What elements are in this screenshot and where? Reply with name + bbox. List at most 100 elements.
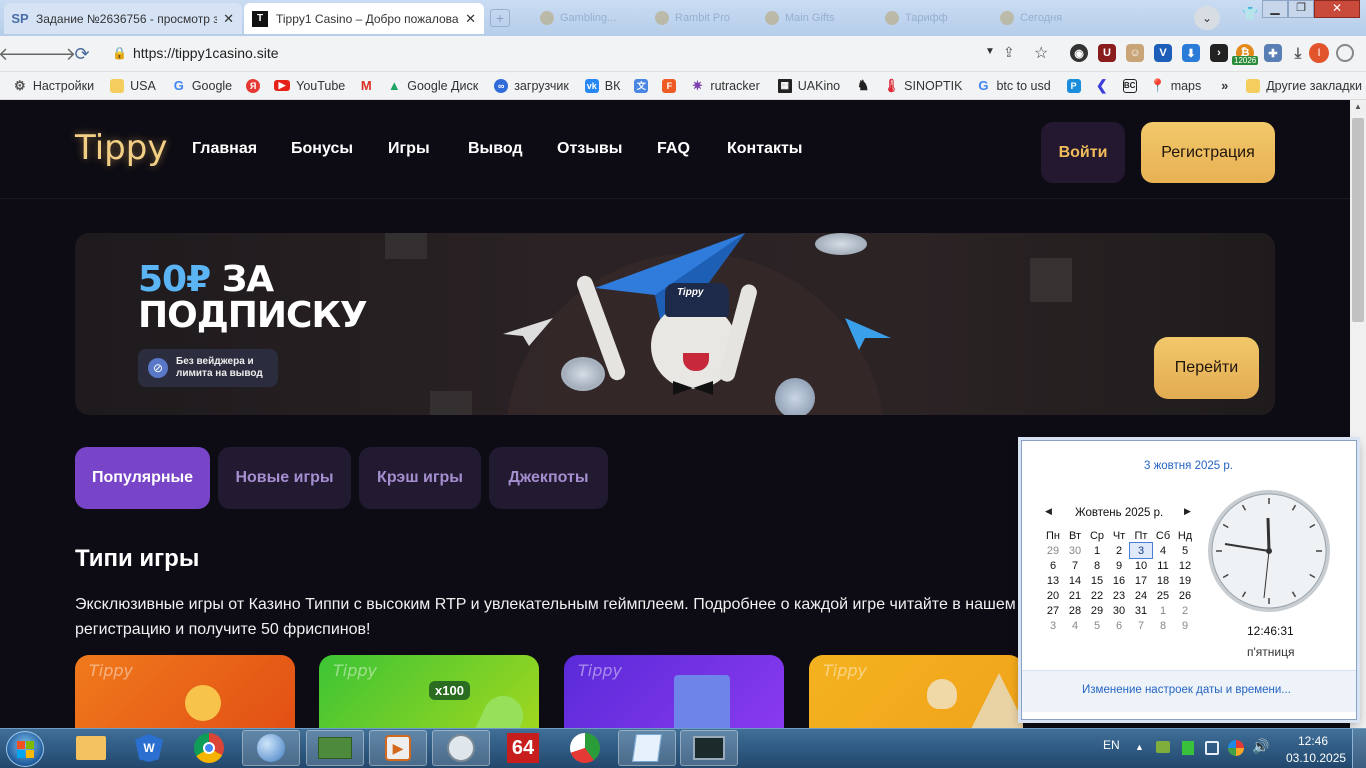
calendar-day[interactable]: 7 bbox=[1130, 618, 1152, 633]
more-bookmarks-button[interactable]: » bbox=[1217, 79, 1232, 93]
calendar-day[interactable]: 26 bbox=[1174, 588, 1196, 603]
extension-arrow-icon[interactable]: › bbox=[1210, 44, 1228, 62]
calendar-day[interactable]: 2 bbox=[1108, 543, 1130, 558]
extensions-puzzle-icon[interactable]: ✚ bbox=[1264, 44, 1282, 62]
calendar-day[interactable]: 31 bbox=[1130, 603, 1152, 618]
nav-withdraw[interactable]: Вывод bbox=[468, 140, 523, 158]
bookmark-btc[interactable]: Gbtc to usd bbox=[972, 78, 1054, 93]
calendar-day[interactable]: 16 bbox=[1108, 573, 1130, 588]
tray-battery-icon[interactable] bbox=[1182, 741, 1194, 755]
new-tab-icon[interactable]: + bbox=[490, 9, 510, 27]
bookmark-rutracker[interactable]: ✷ rutracker bbox=[686, 78, 763, 93]
calendar-day[interactable]: 1 bbox=[1086, 543, 1108, 558]
menu-icon[interactable] bbox=[1336, 44, 1354, 62]
calendar-day[interactable]: 6 bbox=[1108, 618, 1130, 633]
calendar-day[interactable]: 12 bbox=[1174, 558, 1196, 573]
bookmark-loader[interactable]: ∞ загрузчик bbox=[490, 78, 573, 93]
taskbar-aida64[interactable]: 64 bbox=[494, 730, 552, 766]
calendar-day[interactable]: 17 bbox=[1130, 573, 1152, 588]
calendar-day[interactable]: 11 bbox=[1152, 558, 1174, 573]
nav-faq[interactable]: FAQ bbox=[657, 140, 690, 158]
calendar-day[interactable]: 21 bbox=[1064, 588, 1086, 603]
show-hidden-icons[interactable]: ▲ bbox=[1135, 742, 1144, 752]
bookmark-youtube[interactable]: ▶ YouTube bbox=[270, 79, 349, 93]
language-indicator[interactable]: EN bbox=[1103, 738, 1120, 752]
bookmark-vk[interactable]: vk ВК bbox=[581, 78, 625, 93]
extension-ublock-icon[interactable]: U bbox=[1098, 44, 1116, 62]
bookmark-star-icon[interactable]: ☆ bbox=[1034, 43, 1048, 63]
calendar-day[interactable]: 9 bbox=[1174, 618, 1196, 633]
calendar-day[interactable]: 24 bbox=[1130, 588, 1152, 603]
close-window-button[interactable]: ✕ bbox=[1314, 0, 1360, 18]
calendar-date-link[interactable]: 3 жовтня 2025 р. bbox=[1144, 460, 1233, 472]
bookmark-sinoptik[interactable]: 🌡 SINOPTIK bbox=[880, 78, 966, 93]
taskbar-winmedic[interactable]: W bbox=[120, 730, 178, 766]
ghost-tab[interactable]: Main Gifts bbox=[765, 8, 835, 28]
ghost-tab[interactable]: Тарифф bbox=[885, 8, 948, 28]
taskbar-notepad[interactable] bbox=[618, 730, 676, 766]
scroll-up-icon[interactable]: ▲ bbox=[1354, 102, 1362, 111]
calendar-day[interactable]: 29 bbox=[1042, 543, 1064, 558]
tshirt-icon[interactable]: 👕 bbox=[1242, 6, 1260, 22]
taskbar-chrome[interactable] bbox=[180, 730, 238, 766]
calendar-day[interactable]: 4 bbox=[1064, 618, 1086, 633]
calendar-day[interactable]: 10 bbox=[1130, 558, 1152, 573]
extension-download-icon[interactable]: ⬇ bbox=[1182, 44, 1200, 62]
tab-tippy[interactable]: T Tippy1 Casino – Добро пожалова ✕ bbox=[244, 3, 484, 34]
category-popular[interactable]: Популярные bbox=[75, 447, 210, 509]
calendar-day[interactable]: 2 bbox=[1174, 603, 1196, 618]
forward-icon[interactable]: 🡒 bbox=[28, 42, 76, 66]
calendar-day[interactable]: 6 bbox=[1042, 558, 1064, 573]
nav-games[interactable]: Игры bbox=[388, 140, 430, 158]
clock-date[interactable]: 03.10.2025 bbox=[1286, 751, 1346, 765]
taskbar-media[interactable]: ▶ bbox=[369, 730, 427, 766]
nav-contacts[interactable]: Контакты bbox=[727, 140, 802, 158]
ghost-tab[interactable]: Gambling... bbox=[540, 8, 616, 28]
bookmark-gmail[interactable]: M bbox=[355, 78, 383, 93]
promo-banner[interactable]: Tippy 50₽ ЗА ПОДПИСКУ ⊘ Без вейджера и л… bbox=[75, 233, 1275, 415]
calendar-day[interactable]: 29 bbox=[1086, 603, 1108, 618]
calendar-day[interactable]: 25 bbox=[1152, 588, 1174, 603]
calendar-day[interactable]: 3 bbox=[1042, 618, 1064, 633]
lock-icon[interactable]: 🔒 bbox=[112, 46, 127, 60]
taskbar-explorer[interactable] bbox=[62, 730, 120, 766]
show-desktop-button[interactable] bbox=[1352, 729, 1366, 768]
clock-time[interactable]: 12:46 bbox=[1298, 734, 1328, 748]
share-icon[interactable]: ⇪ bbox=[1003, 44, 1015, 61]
taskbar-compare[interactable] bbox=[306, 730, 364, 766]
calendar-day[interactable]: 28 bbox=[1064, 603, 1086, 618]
calendar-day[interactable]: 22 bbox=[1086, 588, 1108, 603]
calendar-day[interactable]: 9 bbox=[1108, 558, 1130, 573]
calendar-day[interactable]: 20 bbox=[1042, 588, 1064, 603]
change-datetime-link[interactable]: Изменение настроек даты и времени... bbox=[1082, 684, 1291, 696]
dropdown-icon[interactable]: ▼ bbox=[985, 46, 995, 57]
downloads-icon[interactable]: ⤓ bbox=[1289, 44, 1307, 62]
calendar-day[interactable]: 8 bbox=[1086, 558, 1108, 573]
extension-face-icon[interactable]: ☺ bbox=[1126, 44, 1144, 62]
bookmark-chevron[interactable]: ❮ bbox=[1091, 77, 1119, 93]
other-bookmarks[interactable]: Другие закладки bbox=[1242, 78, 1366, 93]
extension-v-icon[interactable]: V bbox=[1154, 44, 1172, 62]
maximize-button[interactable]: ❐ bbox=[1288, 0, 1314, 18]
close-icon[interactable]: ✕ bbox=[223, 11, 234, 27]
nav-bonuses[interactable]: Бонусы bbox=[291, 140, 353, 158]
volume-icon[interactable]: 🔊 bbox=[1252, 738, 1269, 755]
bookmark-usa[interactable]: USA bbox=[106, 78, 160, 93]
calendar-day[interactable]: 19 bbox=[1174, 573, 1196, 588]
taskbar-terminal[interactable] bbox=[680, 730, 738, 766]
site-logo[interactable]: Tippy bbox=[75, 128, 167, 168]
category-jackpots[interactable]: Джекпоты bbox=[489, 447, 608, 509]
taskbar-clock[interactable] bbox=[432, 730, 490, 766]
go-button[interactable]: Перейти bbox=[1154, 337, 1259, 399]
calendar-month[interactable]: Жовтень 2025 р. bbox=[1075, 507, 1163, 519]
tray-app-icon[interactable] bbox=[1156, 741, 1170, 753]
bookmark-p[interactable]: P bbox=[1063, 78, 1091, 93]
bookmark-translate[interactable]: 文 bbox=[630, 78, 658, 93]
bookmark-settings[interactable]: ⚙ Настройки bbox=[9, 78, 98, 93]
next-month-icon[interactable]: ▶ bbox=[1184, 506, 1191, 517]
bookmark-bc[interactable]: BC bbox=[1119, 78, 1147, 93]
calendar-day-today[interactable]: 3 bbox=[1129, 542, 1153, 559]
calendar-day[interactable]: 15 bbox=[1086, 573, 1108, 588]
taskbar-browser[interactable] bbox=[242, 730, 300, 766]
close-icon[interactable]: ✕ bbox=[465, 11, 476, 27]
